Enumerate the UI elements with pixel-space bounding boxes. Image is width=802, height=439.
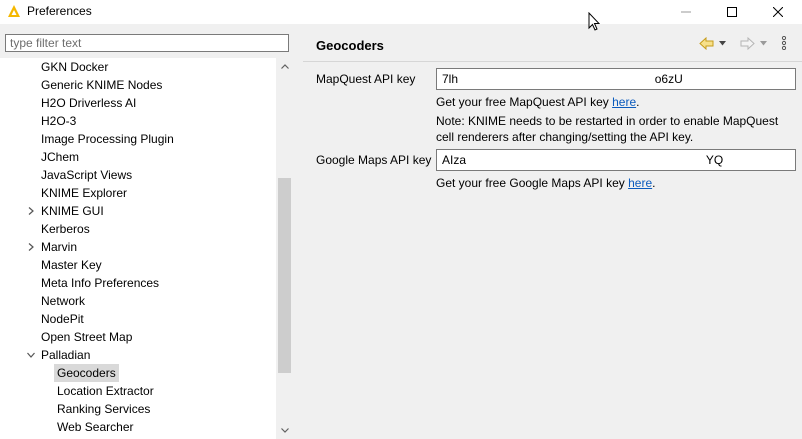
- tree-item-label: JavaScript Views: [41, 168, 133, 182]
- expand-chevron-marvin[interactable]: [26, 238, 36, 256]
- mapquest-restart-note: Note: KNIME needs to be restarted in ord…: [436, 114, 779, 144]
- close-icon: [773, 7, 783, 17]
- more-options-icon[interactable]: [781, 36, 787, 50]
- tree-item-label: Marvin: [41, 240, 78, 254]
- header-separator: [303, 61, 802, 62]
- tree-item-generic-knime-nodes[interactable]: Generic KNIME Nodes: [41, 76, 162, 94]
- scroll-up-button[interactable]: [276, 58, 293, 75]
- tree-item-ranking-services[interactable]: Ranking Services: [57, 400, 150, 418]
- tree-item-label: Open Street Map: [41, 330, 133, 344]
- chevron-right-icon: [28, 243, 34, 251]
- tree-item-jchem[interactable]: JChem: [41, 148, 79, 166]
- tree-item-nodepit[interactable]: NodePit: [41, 310, 84, 328]
- mapquest-api-key-label: MapQuest API key: [316, 72, 416, 86]
- collapse-chevron-palladian[interactable]: [26, 346, 36, 364]
- tree-scrollbar[interactable]: [276, 58, 293, 439]
- tree-item-label: Palladian: [41, 348, 91, 362]
- tree-item-open-street-map[interactable]: Open Street Map: [41, 328, 132, 346]
- window-title: Preferences: [27, 4, 92, 18]
- tree-item-label: JChem: [41, 150, 80, 164]
- google-maps-help-text: Get your free Google Maps API key here.: [436, 175, 796, 191]
- page-navigation-toolbar: [699, 36, 795, 52]
- mapquest-help-text: Get your free MapQuest API key here.: [436, 94, 796, 110]
- preferences-window: Preferences GKN Docker Generic KNIME Nod…: [0, 0, 802, 439]
- forward-arrow-icon[interactable]: [740, 37, 755, 50]
- google-help-prefix: Get your free Google Maps API key: [436, 176, 629, 190]
- tree-item-master-key[interactable]: Master Key: [41, 256, 102, 274]
- maximize-button[interactable]: [709, 0, 755, 24]
- tree-item-h2o-3[interactable]: H2O-3: [41, 112, 76, 130]
- google-help-suffix: .: [652, 176, 656, 190]
- tree-item-network[interactable]: Network: [41, 292, 85, 310]
- mapquest-help-prefix: Get your free MapQuest API key: [436, 95, 613, 109]
- back-arrow-icon[interactable]: [699, 37, 714, 50]
- minimize-icon: [681, 11, 691, 13]
- tree-item-image-processing-plugin[interactable]: Image Processing Plugin: [41, 130, 174, 148]
- preferences-navigation: GKN Docker Generic KNIME Nodes H2O Drive…: [0, 24, 294, 439]
- preferences-tree: GKN Docker Generic KNIME Nodes H2O Drive…: [0, 58, 276, 439]
- google-here-link[interactable]: here: [628, 176, 652, 190]
- title-bar: Preferences: [0, 0, 802, 24]
- chevron-down-icon: [27, 352, 35, 358]
- expand-chevron-knime-gui[interactable]: [26, 202, 36, 220]
- tree-item-label: NodePit: [41, 312, 84, 326]
- mapquest-here-link[interactable]: here: [612, 95, 636, 109]
- google-maps-api-key-input[interactable]: [436, 149, 796, 171]
- tree-item-label: Meta Info Preferences: [41, 276, 160, 290]
- tree-item-label: KNIME Explorer: [41, 186, 128, 200]
- tree-item-gkn-docker[interactable]: GKN Docker: [41, 58, 108, 76]
- tree-item-label: GKN Docker: [41, 60, 109, 74]
- tree-item-label: Kerberos: [41, 222, 90, 236]
- tree-item-knime-explorer[interactable]: KNIME Explorer: [41, 184, 127, 202]
- tree-item-kerberos[interactable]: Kerberos: [41, 220, 90, 238]
- forward-dropdown-icon[interactable]: [760, 41, 767, 46]
- minimize-button[interactable]: [663, 0, 709, 24]
- tree-item-label: Location Extractor: [57, 384, 154, 398]
- tree-item-geocoders[interactable]: Geocoders: [54, 364, 119, 382]
- tree-item-label: H2O-3: [41, 114, 77, 128]
- preference-page: Geocoders MapQuest API key 7lh o6zU Get …: [303, 24, 802, 439]
- tree-item-label: Image Processing Plugin: [41, 132, 174, 146]
- back-dropdown-icon[interactable]: [719, 41, 726, 46]
- tree-item-javascript-views[interactable]: JavaScript Views: [41, 166, 132, 184]
- chevron-right-icon: [28, 207, 34, 215]
- mapquest-api-key-input[interactable]: [436, 68, 796, 90]
- tree-item-palladian[interactable]: Palladian: [41, 346, 90, 364]
- tree-item-marvin[interactable]: Marvin: [41, 238, 77, 256]
- knime-logo-icon: [8, 5, 20, 17]
- scroll-thumb[interactable]: [278, 178, 291, 373]
- google-maps-api-key-label: Google Maps API key: [316, 153, 432, 167]
- page-title: Geocoders: [316, 38, 384, 53]
- tree-item-h2o-driverless-ai[interactable]: H2O Driverless AI: [41, 94, 136, 112]
- tree-item-label: Master Key: [41, 258, 102, 272]
- tree-item-label: Ranking Services: [57, 402, 151, 416]
- pane-splitter[interactable]: [294, 24, 303, 439]
- maximize-icon: [727, 7, 737, 17]
- chevron-down-icon: [280, 428, 289, 433]
- tree-item-web-searcher[interactable]: Web Searcher: [57, 418, 133, 436]
- tree-item-label: KNIME GUI: [41, 204, 104, 218]
- tree-item-label: Geocoders: [57, 366, 116, 380]
- tree-item-label: Generic KNIME Nodes: [41, 78, 163, 92]
- mapquest-help-suffix: .: [636, 95, 640, 109]
- chevron-up-icon: [280, 64, 289, 69]
- scroll-down-button[interactable]: [276, 422, 293, 439]
- tree-item-label: H2O Driverless AI: [41, 96, 137, 110]
- tree-item-label: Network: [41, 294, 86, 308]
- tree-item-knime-gui[interactable]: KNIME GUI: [41, 202, 104, 220]
- tree-item-meta-info-preferences[interactable]: Meta Info Preferences: [41, 274, 159, 292]
- tree-item-label: Web Searcher: [57, 420, 134, 434]
- filter-input[interactable]: [5, 34, 289, 52]
- tree-item-location-extractor[interactable]: Location Extractor: [57, 382, 154, 400]
- close-button[interactable]: [755, 0, 801, 24]
- mouse-pointer-icon: [588, 12, 600, 31]
